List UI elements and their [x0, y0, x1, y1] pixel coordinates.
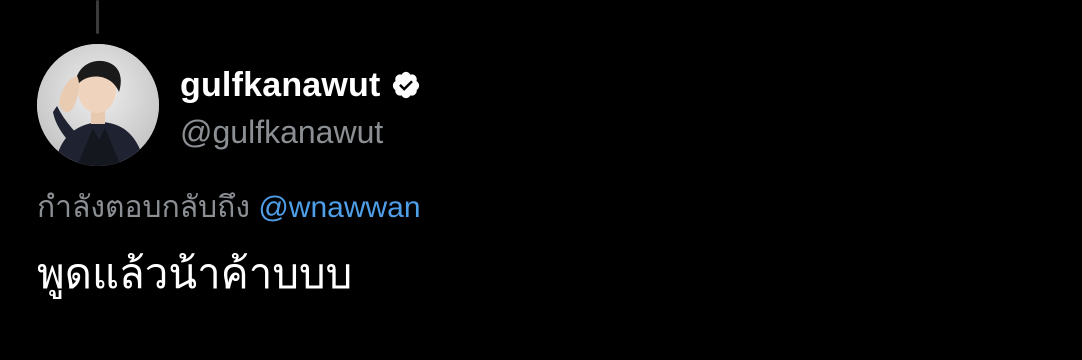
handle[interactable]: @gulfkanawut [180, 112, 421, 152]
reply-mention-link[interactable]: @wnawwan [258, 191, 420, 224]
author-block: gulfkanawut @gulfkanawut [180, 62, 421, 152]
thread-connector-line [96, 0, 99, 34]
display-name[interactable]: gulfkanawut [180, 62, 381, 108]
reply-context: กำลังตอบกลับถึง @wnawwan [37, 188, 421, 228]
tweet-text: พูดแล้วน้าค้าบบบ [37, 250, 353, 297]
tweet-card: gulfkanawut @gulfkanawut กำลังตอบกลับถึง… [0, 0, 1082, 360]
name-row: gulfkanawut [180, 62, 421, 108]
verified-badge-icon [391, 70, 421, 100]
avatar[interactable] [37, 44, 159, 166]
profile-photo-icon [37, 44, 159, 166]
reply-prefix: กำลังตอบกลับถึง [37, 191, 250, 224]
